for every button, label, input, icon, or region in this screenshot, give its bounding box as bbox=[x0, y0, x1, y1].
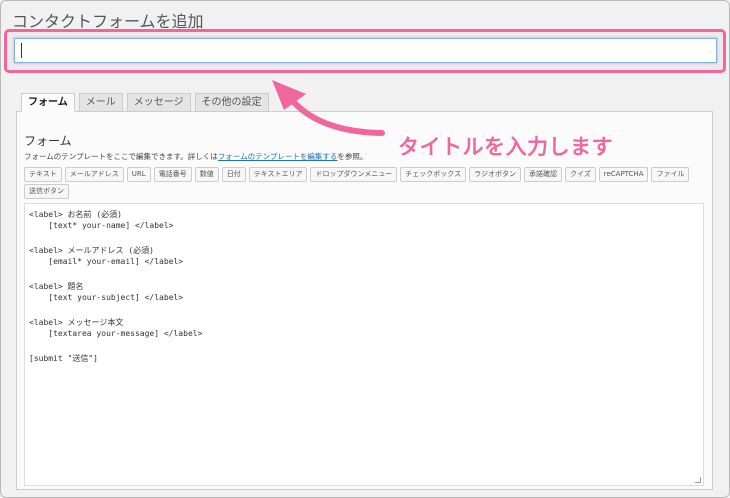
annotation-callout: タイトルを入力します bbox=[398, 135, 613, 159]
annotation-arrow-icon bbox=[272, 80, 385, 136]
tab-form[interactable]: フォーム bbox=[21, 93, 75, 112]
